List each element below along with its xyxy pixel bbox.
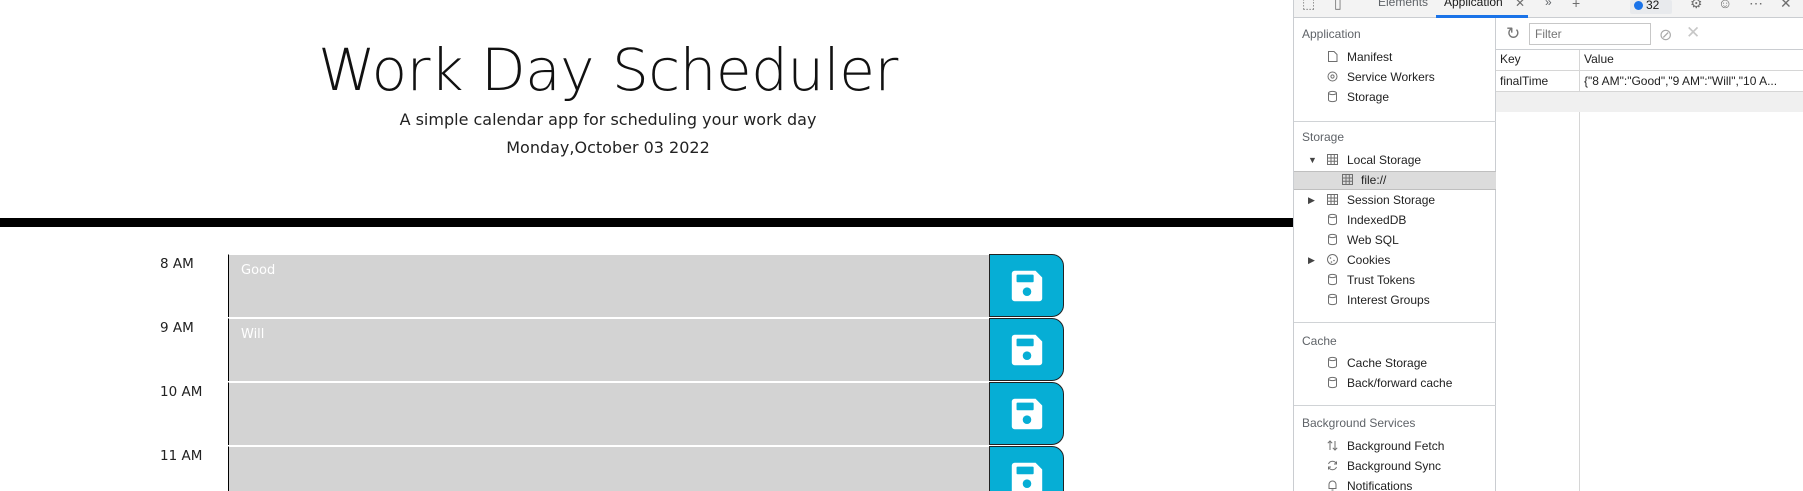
header-divider	[0, 218, 1293, 227]
tab-elements[interactable]: Elements	[1378, 0, 1428, 9]
column-header-value[interactable]: Value	[1584, 52, 1614, 70]
description-input[interactable]	[228, 446, 990, 491]
sidebar-item-interest-groups[interactable]: Interest Groups	[1294, 292, 1496, 309]
sidebar-item-file-origin[interactable]: file://	[1294, 171, 1496, 190]
database-icon	[1328, 356, 1337, 369]
hour-label: 10 AM	[160, 384, 203, 400]
device-toolbar-icon[interactable]: ▯	[1334, 0, 1342, 10]
filter-input[interactable]	[1529, 23, 1651, 45]
hour-label: 9 AM	[160, 320, 194, 336]
save-button[interactable]	[989, 382, 1064, 445]
file-icon	[1328, 51, 1338, 62]
sidebar-item-service-workers[interactable]: Service Workers	[1294, 69, 1496, 86]
issues-icon	[1634, 1, 1643, 10]
clear-all-icon[interactable]: ⊘	[1659, 25, 1672, 45]
sidebar-item-background-sync[interactable]: Background Sync	[1294, 458, 1496, 475]
tab-application[interactable]: Application	[1444, 0, 1503, 9]
page-lead: A simple calendar app for scheduling you…	[399, 110, 817, 129]
description-input[interactable]: Will	[228, 318, 990, 381]
header-divider	[1496, 70, 1803, 71]
table-grid-icon	[1327, 194, 1338, 205]
floppy-disk-icon	[1011, 334, 1042, 365]
settings-gear-icon[interactable]: ⚙	[1690, 0, 1703, 10]
sidebar-item-cookies[interactable]: ▶ Cookies	[1294, 252, 1496, 269]
more-options-icon[interactable]: ⋯	[1749, 0, 1763, 10]
column-header-key[interactable]: Key	[1500, 52, 1521, 70]
gear-icon	[1327, 71, 1338, 82]
save-button[interactable]	[989, 254, 1064, 317]
collapsed-arrow-icon[interactable]: ▶	[1308, 255, 1315, 266]
delete-selected-icon[interactable]: ✕	[1686, 23, 1700, 43]
page-title: Work Day Scheduler	[318, 36, 898, 104]
time-block-10am: 10 AM	[0, 382, 1070, 446]
floppy-disk-icon	[1011, 462, 1042, 491]
hour-label: 11 AM	[160, 448, 203, 464]
table-grid-icon	[1342, 174, 1353, 185]
save-button[interactable]	[989, 318, 1064, 381]
close-tab-icon[interactable]: ✕	[1515, 0, 1525, 10]
sidebar-item-session-storage[interactable]: ▶ Session Storage	[1294, 192, 1496, 209]
save-button[interactable]	[989, 446, 1064, 491]
floppy-disk-icon	[1011, 270, 1042, 301]
table-grid-icon	[1327, 154, 1338, 165]
more-tabs-button[interactable]: »	[1545, 0, 1552, 9]
table-row-empty	[1496, 92, 1803, 112]
table-cell-key[interactable]: finalTime	[1500, 74, 1576, 88]
section-title-cache: Cache	[1302, 334, 1337, 348]
section-title-storage: Storage	[1302, 130, 1345, 144]
sidebar-item-web-sql[interactable]: Web SQL	[1294, 232, 1496, 249]
description-input[interactable]: Good	[228, 254, 990, 317]
sidebar-divider	[1294, 405, 1496, 406]
up-down-arrows-icon	[1327, 440, 1338, 451]
time-block-8am: 8 AM Good	[0, 254, 1070, 318]
time-block-11am: 11 AM	[0, 446, 1070, 491]
sidebar-item-notifications[interactable]: Notifications	[1294, 478, 1496, 491]
time-block-9am: 9 AM Will	[0, 318, 1070, 382]
sidebar-item-indexeddb[interactable]: IndexedDB	[1294, 212, 1496, 229]
sidebar-divider	[1294, 322, 1496, 323]
local-storage-view: ↻ ⊘ ✕ Key Value finalTime {"8 AM":"Good"…	[1496, 18, 1803, 491]
cookie-icon	[1327, 254, 1338, 265]
storage-toolbar: ↻ ⊘ ✕	[1496, 18, 1803, 50]
database-icon	[1328, 90, 1337, 103]
feedback-icon[interactable]: ☺	[1718, 0, 1732, 10]
section-title-application: Application	[1302, 27, 1361, 41]
database-icon	[1328, 376, 1337, 389]
add-tab-icon[interactable]: +	[1572, 0, 1580, 10]
collapsed-arrow-icon[interactable]: ▶	[1308, 195, 1315, 206]
sync-icon	[1328, 460, 1337, 471]
sidebar-item-back-forward-cache[interactable]: Back/forward cache	[1294, 375, 1496, 392]
devtools-panel: ⬚ ▯ Elements Application ✕ » + 32 ⚙ ☺ ⋯ …	[1293, 0, 1803, 491]
sidebar-divider	[1294, 121, 1496, 122]
sidebar-item-trust-tokens[interactable]: Trust Tokens	[1294, 272, 1496, 289]
sidebar-item-background-fetch[interactable]: Background Fetch	[1294, 438, 1496, 455]
description-input[interactable]	[228, 382, 990, 445]
devtools-tabbar: ⬚ ▯ Elements Application ✕ » + 32 ⚙ ☺ ⋯ …	[1294, 0, 1803, 18]
current-day: Monday,October 03 2022	[506, 138, 710, 157]
hour-label: 8 AM	[160, 256, 194, 272]
database-icon	[1328, 293, 1337, 306]
column-divider	[1579, 50, 1580, 491]
database-icon	[1328, 273, 1337, 286]
issues-badge[interactable]: 32	[1630, 0, 1672, 14]
sidebar-item-local-storage[interactable]: ▼ Local Storage	[1294, 152, 1496, 169]
database-icon	[1328, 213, 1337, 226]
database-icon	[1328, 233, 1337, 246]
sidebar-item-storage[interactable]: Storage	[1294, 89, 1496, 106]
close-devtools-icon[interactable]: ✕	[1780, 0, 1792, 10]
sidebar-item-cache-storage[interactable]: Cache Storage	[1294, 355, 1496, 372]
inspect-icon[interactable]: ⬚	[1302, 0, 1315, 10]
table-cell-value[interactable]: {"8 AM":"Good","9 AM":"Will","10 A...	[1584, 74, 1800, 88]
bell-icon	[1328, 480, 1337, 491]
expanded-arrow-icon[interactable]: ▼	[1308, 155, 1317, 165]
section-title-background-services: Background Services	[1302, 416, 1416, 430]
floppy-disk-icon	[1011, 398, 1042, 429]
scheduler-page: Work Day Scheduler A simple calendar app…	[0, 0, 1293, 491]
refresh-icon[interactable]: ↻	[1506, 24, 1520, 44]
devtools-sidebar: Application Manifest Service Workers Sto…	[1294, 18, 1496, 491]
sidebar-item-manifest[interactable]: Manifest	[1294, 49, 1496, 66]
